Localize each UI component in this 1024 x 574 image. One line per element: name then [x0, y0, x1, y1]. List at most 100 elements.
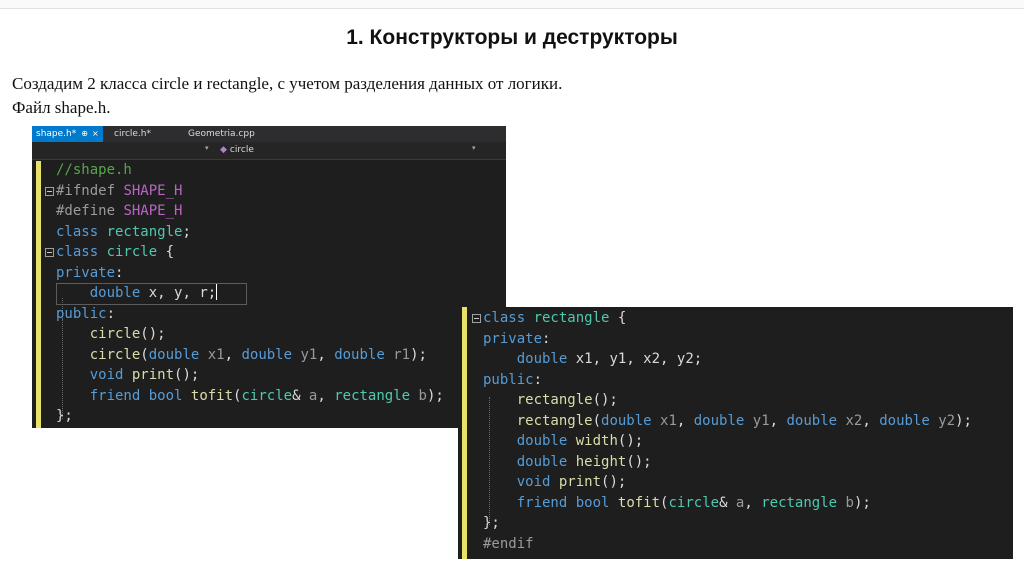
code-line[interactable]: #endif: [472, 534, 972, 555]
code-token: x1: [660, 412, 677, 429]
code-token: :: [533, 371, 543, 388]
code-token: private: [56, 264, 116, 281]
code-line[interactable]: };: [45, 406, 444, 427]
code-token: void: [516, 474, 551, 490]
code-line[interactable]: circle(double x1, double y1, double r1);: [45, 345, 444, 366]
code-line[interactable]: #define SHAPE_H: [45, 201, 444, 222]
code-line[interactable]: circle();: [45, 324, 444, 345]
code-token: );: [426, 387, 444, 404]
collapse-icon[interactable]: [472, 314, 481, 323]
code-line[interactable]: rectangle(double x1, double y1, double x…: [472, 411, 972, 432]
editor-navigation-bar: ▾ ◆ circle ▾: [32, 142, 506, 160]
code-editor-rectangle[interactable]: class rectangle {private: double x1, y1,…: [458, 307, 1013, 559]
code-token: double: [786, 412, 838, 429]
code-token: bool: [148, 387, 183, 404]
code-token: ,: [660, 351, 677, 367]
code-token: ;: [207, 285, 217, 301]
code-token: tofit: [190, 387, 234, 404]
code-token: x2: [845, 412, 863, 429]
code-token: );: [853, 494, 871, 511]
tab-label: circle.h*: [114, 129, 152, 139]
tab-shape-h[interactable]: shape.h* ⊕ ×: [32, 126, 103, 142]
code-token: public: [56, 305, 107, 322]
code-line[interactable]: };: [472, 513, 972, 534]
code-line[interactable]: class rectangle {: [472, 308, 972, 329]
code-token: :: [542, 330, 551, 347]
code-token: x: [148, 285, 158, 301]
code-line[interactable]: public:: [45, 304, 444, 325]
code-line[interactable]: double width();: [472, 431, 972, 452]
code-line[interactable]: double x1, y1, x2, y2;: [472, 349, 972, 370]
code-line[interactable]: friend bool tofit(circle& a, rectangle b…: [472, 493, 972, 514]
code-token: {: [609, 310, 627, 326]
code-token: y1: [300, 346, 318, 363]
code-token: );: [410, 346, 427, 363]
code-token: double: [879, 412, 930, 429]
code-line[interactable]: void print();: [45, 365, 444, 386]
code-token: (: [140, 346, 149, 363]
pin-icon[interactable]: ⊕: [81, 129, 88, 138]
code-token: tofit: [617, 494, 661, 511]
code-token: class: [56, 244, 107, 260]
code-token: height: [575, 453, 627, 470]
code-area[interactable]: class rectangle {private: double x1, y1,…: [472, 308, 972, 554]
code-editor-shape-h[interactable]: shape.h* ⊕ × circle.h* Geometria.cpp ▾ ◆ ci…: [32, 126, 506, 428]
code-token: ,: [592, 351, 610, 367]
code-line[interactable]: double height();: [472, 452, 972, 473]
code-token: double: [516, 351, 568, 367]
code-token: SHAPE_H: [123, 182, 183, 199]
code-token: #ifndef: [56, 182, 124, 199]
chevron-down-icon[interactable]: ▾: [205, 144, 209, 152]
code-line[interactable]: public:: [472, 370, 972, 391]
member-dropdown[interactable]: ◆ circle: [220, 145, 254, 155]
code-line[interactable]: rectangle();: [472, 390, 972, 411]
code-line[interactable]: #ifndef SHAPE_H: [45, 181, 444, 202]
code-token: ,: [626, 351, 644, 367]
code-token: ();: [626, 453, 652, 470]
change-indicator-bar: [462, 307, 467, 559]
code-token: class: [483, 310, 534, 326]
code-token: circle: [89, 346, 141, 363]
code-line[interactable]: void print();: [472, 472, 972, 493]
code-line[interactable]: private:: [45, 263, 444, 284]
code-token: #endif: [483, 535, 534, 552]
code-token: ,: [769, 412, 787, 429]
code-token: &: [292, 387, 309, 404]
editor-tab-bar: shape.h* ⊕ × circle.h* Geometria.cpp: [32, 126, 506, 142]
code-token: double: [241, 346, 293, 363]
code-token: :: [106, 305, 116, 322]
code-line[interactable]: friend bool tofit(circle& a, rectangle b…: [45, 386, 444, 407]
close-icon[interactable]: ×: [92, 129, 99, 138]
code-token: y2: [676, 351, 694, 367]
code-token: r1: [393, 346, 411, 363]
collapse-icon[interactable]: [45, 248, 54, 257]
collapse-icon[interactable]: [45, 186, 54, 196]
code-line[interactable]: class circle {: [45, 242, 444, 263]
code-line[interactable]: private:: [472, 329, 972, 350]
code-token: &: [719, 494, 736, 511]
code-token: SHAPE_H: [123, 203, 183, 219]
code-token: ();: [592, 392, 618, 408]
code-token: ,: [676, 412, 694, 429]
code-token: y1: [752, 412, 770, 429]
code-line[interactable]: double x, y, r;: [45, 283, 444, 304]
code-token: width: [575, 433, 618, 449]
code-token: ();: [601, 474, 627, 490]
code-line[interactable]: //shape.h: [45, 160, 444, 181]
code-token: //shape.h: [56, 162, 132, 178]
code-line[interactable]: class rectangle;: [45, 222, 444, 243]
chevron-down-icon[interactable]: ▾: [472, 144, 476, 152]
code-area[interactable]: //shape.h #ifndef SHAPE_H #define SHAPE_H c…: [45, 160, 444, 427]
tab-circle-h[interactable]: circle.h*: [110, 126, 155, 142]
tab-geometria-cpp[interactable]: Geometria.cpp: [184, 126, 259, 142]
code-token: class: [56, 223, 107, 240]
